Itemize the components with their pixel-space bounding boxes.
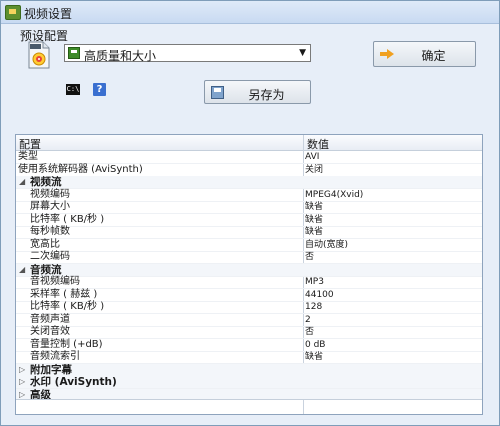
- table-row[interactable]: 二次编码 否: [16, 251, 482, 264]
- row-name: 比特率 ( KB/秒 ): [30, 301, 105, 312]
- table-row[interactable]: 每秒帧数 缺省: [16, 226, 482, 239]
- video-settings-window: 视频设置 预设配置 高质量和大小 ▼ 确定 C:\ ? 另存为 配置 数值 类型…: [0, 0, 500, 426]
- chevron-down-icon[interactable]: ▼: [299, 48, 306, 58]
- row-value[interactable]: 0 dB: [305, 339, 325, 351]
- table-row[interactable]: 使用系统解码器 (AviSynth) 关闭: [16, 164, 482, 177]
- table-row[interactable]: 音量控制 (+dB) 0 dB: [16, 339, 482, 352]
- preset-dropdown[interactable]: 高质量和大小 ▼: [64, 44, 311, 63]
- ok-button-label: 确定: [421, 49, 446, 63]
- row-value[interactable]: MP3: [305, 276, 324, 288]
- row-name: 音频流索引: [30, 351, 80, 362]
- save-disk-icon: [68, 47, 80, 59]
- row-name: 比特率 ( KB/秒 ): [30, 213, 105, 225]
- row-name: 音频流: [30, 263, 62, 276]
- title-bar: 视频设置: [1, 1, 499, 24]
- description-divider: [303, 400, 304, 414]
- group-row[interactable]: ◢ 音频流: [16, 263, 482, 277]
- row-name: 音视频编码: [30, 276, 80, 287]
- row-name: 类型: [18, 151, 38, 162]
- table-row[interactable]: 采样率 ( 赫兹 ) 44100: [16, 289, 482, 302]
- row-name: 关闭音效: [30, 326, 70, 337]
- row-name: 使用系统解码器 (AviSynth): [18, 163, 143, 175]
- window-title: 视频设置: [24, 7, 73, 21]
- row-value[interactable]: AVI: [305, 151, 319, 163]
- row-value[interactable]: 44100: [305, 289, 334, 301]
- ok-button[interactable]: 确定: [373, 41, 476, 67]
- command-prompt-icon[interactable]: C:\: [66, 84, 80, 95]
- row-name: 音量控制 (+dB): [30, 338, 103, 350]
- expander-icon[interactable]: ▷: [19, 364, 25, 376]
- group-row[interactable]: ▷ 水印 (AviSynth): [16, 376, 482, 389]
- row-value[interactable]: 2: [305, 314, 311, 326]
- row-value[interactable]: MPEG4(Xvid): [305, 189, 363, 201]
- video-settings-icon: [5, 5, 21, 20]
- table-row[interactable]: 音视频编码 MP3: [16, 276, 482, 289]
- table-row[interactable]: 比特率 ( KB/秒 ) 缺省: [16, 214, 482, 227]
- table-row[interactable]: 音频流索引 缺省: [16, 351, 482, 364]
- save-as-button[interactable]: 另存为: [204, 80, 311, 104]
- table-row[interactable]: 宽高比 自动(宽度): [16, 239, 482, 252]
- header-name[interactable]: 配置: [19, 136, 41, 152]
- group-row[interactable]: ◢ 视频流: [16, 176, 482, 189]
- row-name: 水印 (AviSynth): [30, 376, 117, 388]
- help-icon[interactable]: ?: [93, 83, 106, 96]
- header-value[interactable]: 数值: [307, 136, 329, 152]
- preset-selected-value: 高质量和大小: [84, 49, 157, 63]
- row-value[interactable]: 缺省: [305, 351, 323, 363]
- table-row[interactable]: 关闭音效 否: [16, 326, 482, 339]
- grid-header: 配置 数值: [16, 135, 482, 151]
- group-row[interactable]: ▷ 附加字幕: [16, 363, 482, 377]
- row-value[interactable]: 关闭: [305, 164, 323, 176]
- table-row[interactable]: 视频编码 MPEG4(Xvid): [16, 189, 482, 202]
- row-value[interactable]: 否: [305, 326, 314, 338]
- row-value[interactable]: 缺省: [305, 214, 323, 226]
- table-row[interactable]: 音频声道 2: [16, 314, 482, 327]
- expander-icon[interactable]: ◢: [19, 176, 25, 188]
- row-value[interactable]: 否: [305, 251, 314, 263]
- expander-icon[interactable]: ◢: [19, 264, 25, 276]
- row-name: 视频编码: [30, 188, 70, 200]
- row-name: 附加字幕: [30, 363, 72, 376]
- settings-property-grid: 配置 数值 类型 AVI 使用系统解码器 (AviSynth) 关闭 ◢ 视频流 视频编码 M…: [15, 134, 483, 415]
- row-name: 每秒帧数: [30, 226, 70, 237]
- description-box: [16, 399, 482, 414]
- row-name: 屏幕大小: [30, 201, 70, 212]
- row-name: 采样率 ( 赫兹 ): [30, 288, 98, 300]
- row-name: 音频声道: [30, 313, 70, 325]
- expander-icon[interactable]: ▷: [19, 376, 25, 388]
- row-value[interactable]: 自动(宽度): [305, 239, 348, 251]
- row-name: 宽高比: [30, 238, 60, 250]
- table-row[interactable]: 类型 AVI: [16, 151, 482, 164]
- row-name: 视频流: [30, 176, 62, 188]
- row-name: 二次编码: [30, 251, 70, 262]
- row-value[interactable]: 缺省: [305, 226, 323, 238]
- avi-file-icon: [28, 41, 50, 69]
- save-as-button-label: 另存为: [248, 88, 285, 102]
- table-row[interactable]: 屏幕大小 缺省: [16, 201, 482, 214]
- table-row[interactable]: 比特率 ( KB/秒 ) 128: [16, 301, 482, 314]
- row-value[interactable]: 128: [305, 301, 322, 313]
- row-value[interactable]: 缺省: [305, 201, 323, 213]
